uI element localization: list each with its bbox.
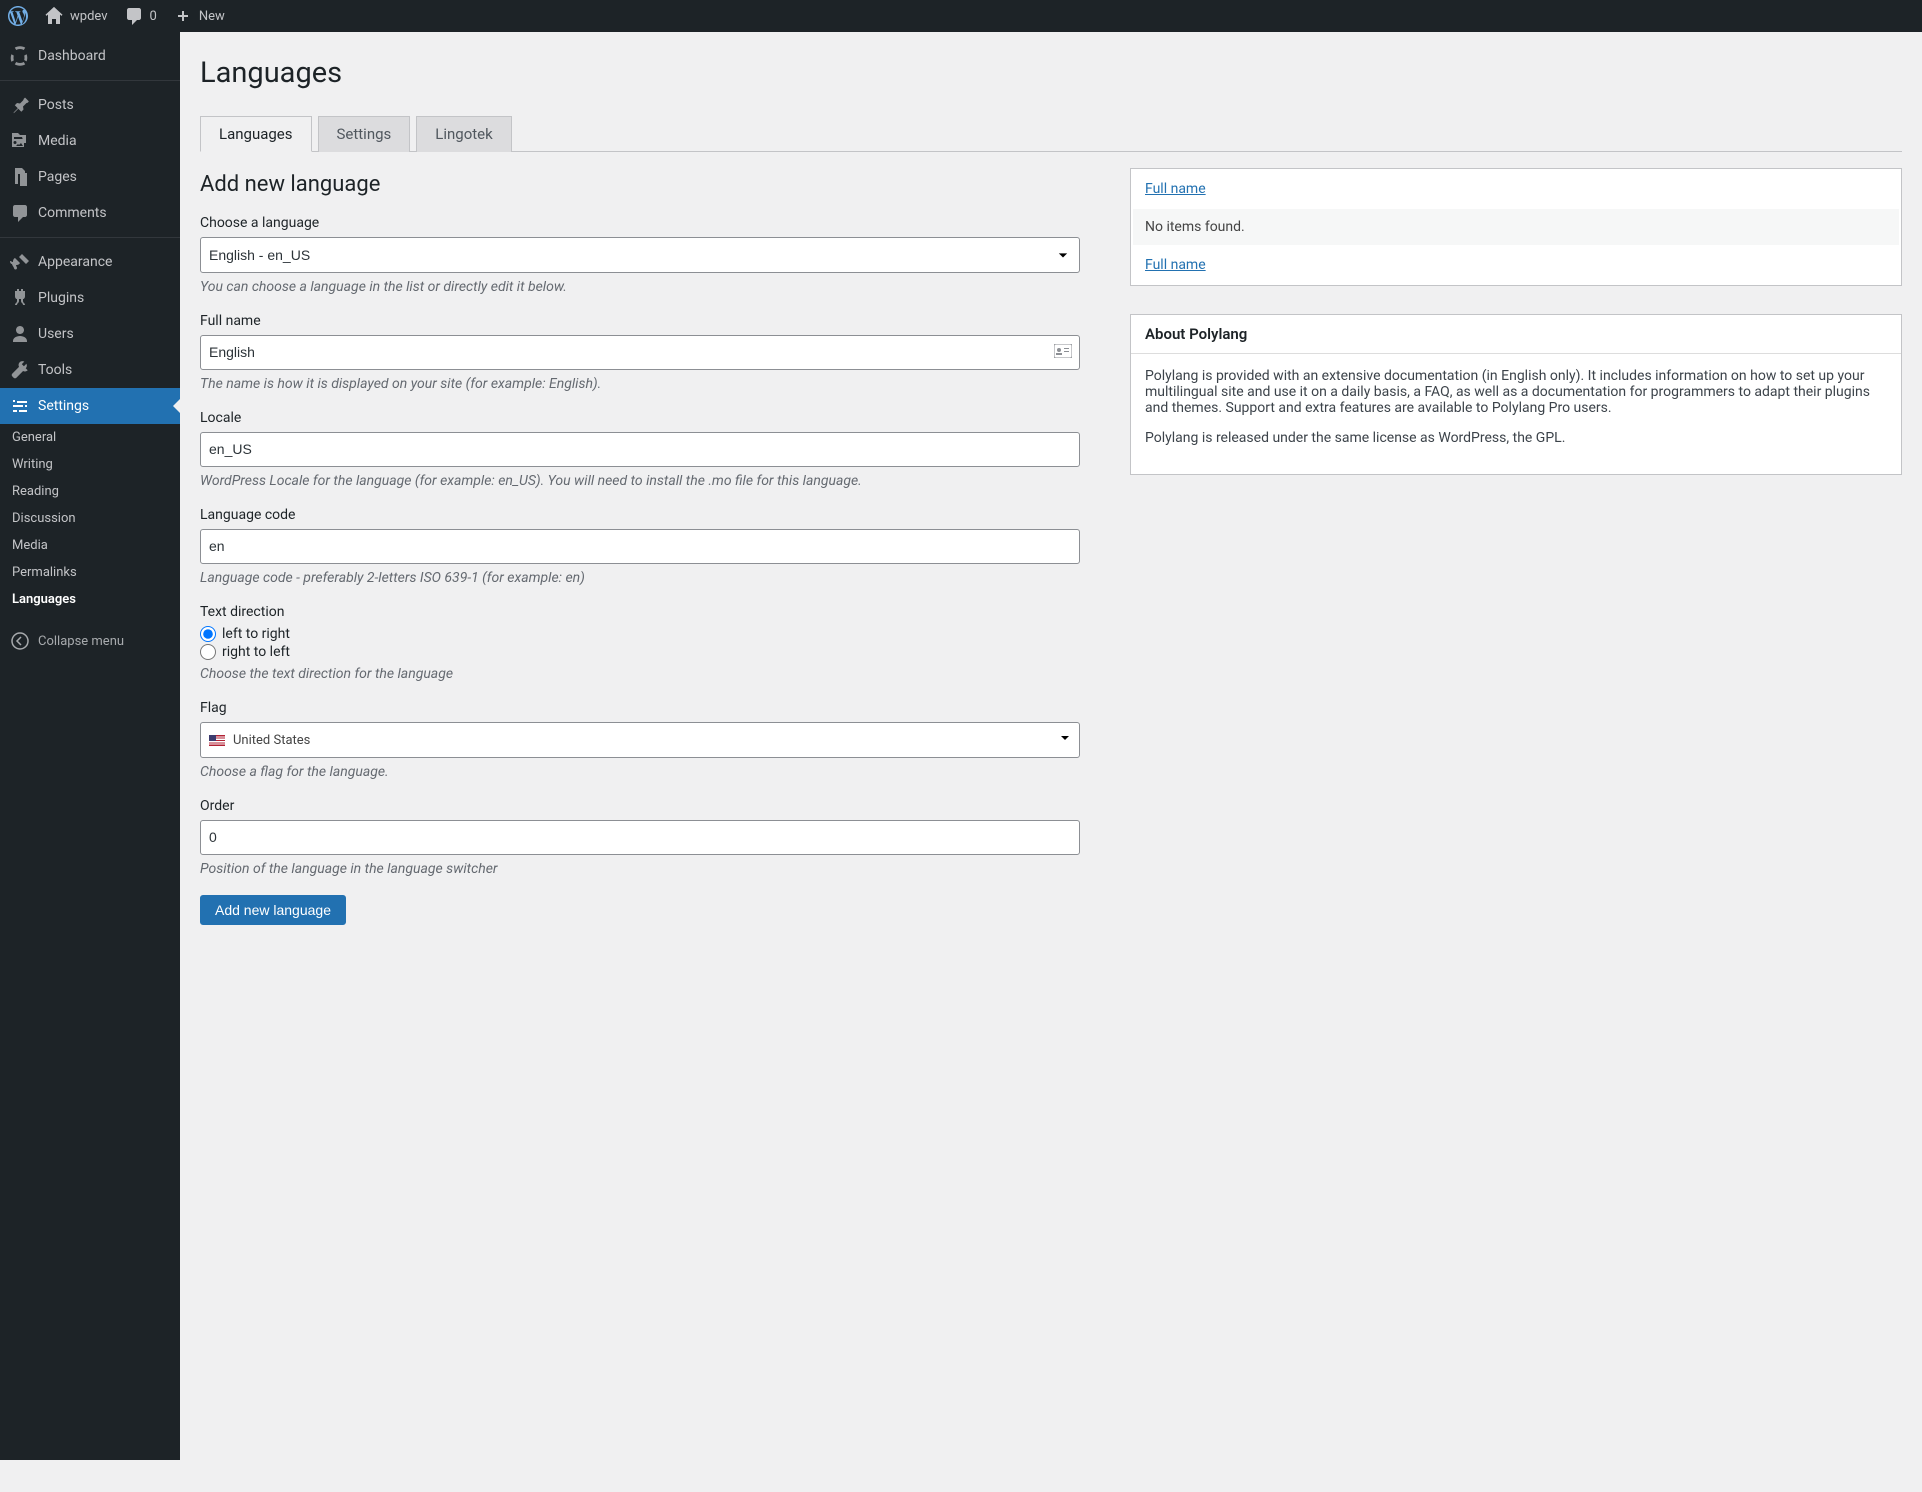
wrench-icon [10, 360, 30, 380]
menu-label: Appearance [38, 254, 112, 270]
order-label: Order [200, 798, 1080, 814]
menu-comments[interactable]: Comments [0, 195, 180, 231]
order-desc: Position of the language in the language… [200, 861, 1080, 877]
pages-icon [10, 167, 30, 187]
about-title: About Polylang [1131, 315, 1901, 354]
tabs: Languages Settings Lingotek [200, 116, 1902, 152]
locale-desc: WordPress Locale for the language (for e… [200, 473, 1080, 489]
site-name-text: wpdev [70, 9, 108, 24]
section-heading: Add new language [200, 172, 1080, 197]
flag-desc: Choose a flag for the language. [200, 764, 1080, 780]
menu-label: Pages [38, 169, 77, 185]
menu-posts[interactable]: Posts [0, 87, 180, 123]
locale-label: Locale [200, 410, 1080, 426]
choose-language-label: Choose a language [200, 215, 1080, 231]
submenu-media[interactable]: Media [0, 532, 180, 559]
new-content-text: New [199, 9, 225, 24]
chevron-down-icon [1059, 732, 1071, 748]
submenu-languages[interactable]: Languages [0, 586, 180, 613]
media-icon [10, 131, 30, 151]
submit-button[interactable]: Add new language [200, 895, 346, 925]
code-desc: Language code - preferably 2-letters ISO… [200, 570, 1080, 586]
direction-desc: Choose the text direction for the langua… [200, 666, 1080, 682]
flag-us-icon [209, 735, 225, 746]
comments-count: 0 [150, 9, 157, 24]
menu-users[interactable]: Users [0, 316, 180, 352]
table-empty: No items found. [1133, 209, 1899, 245]
flag-label: Flag [200, 700, 1080, 716]
sliders-icon [10, 396, 30, 416]
menu-appearance[interactable]: Appearance [0, 244, 180, 280]
fullname-label: Full name [200, 313, 1080, 329]
admin-menu: Dashboard Posts Media Pages Comments App… [0, 32, 180, 1460]
menu-settings[interactable]: Settings [0, 388, 180, 424]
dashboard-icon [10, 46, 30, 66]
comments-link[interactable]: 0 [116, 0, 165, 32]
wordpress-icon [8, 6, 28, 26]
main-content: Languages Languages Settings Lingotek Ad… [180, 32, 1922, 965]
fullname-desc: The name is how it is displayed on your … [200, 376, 1080, 392]
user-icon [10, 324, 30, 344]
choose-desc: You can choose a language in the list or… [200, 279, 1080, 295]
radio-rtl-input[interactable] [200, 644, 216, 660]
table-footer-fullname[interactable]: Full name [1145, 257, 1206, 273]
admin-bar: wpdev 0 New [0, 0, 1922, 32]
tab-languages[interactable]: Languages [200, 116, 312, 152]
pin-icon [10, 95, 30, 115]
submenu-permalinks[interactable]: Permalinks [0, 559, 180, 586]
submenu-general[interactable]: General [0, 424, 180, 451]
comments-icon [10, 203, 30, 223]
brush-icon [10, 252, 30, 272]
flag-value: United States [233, 733, 310, 748]
menu-plugins[interactable]: Plugins [0, 280, 180, 316]
plus-icon [173, 6, 193, 26]
collapse-icon [10, 631, 30, 651]
collapse-label: Collapse menu [38, 634, 124, 649]
choose-language-select[interactable]: English - en_US [200, 237, 1080, 273]
right-column: Full name No items found. Full name Abou… [1130, 168, 1902, 475]
menu-label: Media [38, 133, 77, 149]
comments-icon [124, 6, 144, 26]
code-input[interactable] [200, 529, 1080, 564]
about-p2: Polylang is released under the same lice… [1145, 430, 1887, 446]
menu-label: Plugins [38, 290, 84, 306]
direction-label: Text direction [200, 604, 1080, 620]
menu-dashboard[interactable]: Dashboard [0, 38, 180, 74]
code-label: Language code [200, 507, 1080, 523]
locale-input[interactable] [200, 432, 1080, 467]
site-name-link[interactable]: wpdev [36, 0, 116, 32]
menu-tools[interactable]: Tools [0, 352, 180, 388]
order-input[interactable] [200, 820, 1080, 855]
wp-logo[interactable] [0, 0, 36, 32]
tab-lingotek[interactable]: Lingotek [416, 116, 511, 152]
radio-ltr[interactable]: left to right [200, 626, 1080, 642]
table-header-fullname[interactable]: Full name [1145, 181, 1206, 197]
submenu-writing[interactable]: Writing [0, 451, 180, 478]
radio-rtl[interactable]: right to left [200, 644, 1080, 660]
about-box: About Polylang Polylang is provided with… [1130, 314, 1902, 475]
menu-label: Settings [38, 398, 89, 414]
submenu-reading[interactable]: Reading [0, 478, 180, 505]
new-content-link[interactable]: New [165, 0, 233, 32]
page-title: Languages [200, 56, 1902, 90]
submenu-discussion[interactable]: Discussion [0, 505, 180, 532]
fullname-input[interactable] [200, 335, 1080, 370]
collapse-menu[interactable]: Collapse menu [0, 623, 180, 659]
add-language-form: Add new language Choose a language Engli… [200, 168, 1080, 925]
menu-label: Comments [38, 205, 107, 221]
menu-label: Tools [38, 362, 72, 378]
home-icon [44, 6, 64, 26]
menu-pages[interactable]: Pages [0, 159, 180, 195]
menu-label: Dashboard [38, 48, 106, 64]
languages-table: Full name No items found. Full name [1130, 168, 1902, 286]
radio-ltr-input[interactable] [200, 626, 216, 642]
menu-label: Posts [38, 97, 74, 113]
about-p1: Polylang is provided with an extensive d… [1145, 368, 1887, 416]
flag-select[interactable]: United States [200, 722, 1080, 758]
menu-media[interactable]: Media [0, 123, 180, 159]
id-card-icon [1054, 344, 1072, 362]
menu-label: Users [38, 326, 74, 342]
plug-icon [10, 288, 30, 308]
tab-settings[interactable]: Settings [318, 116, 411, 152]
